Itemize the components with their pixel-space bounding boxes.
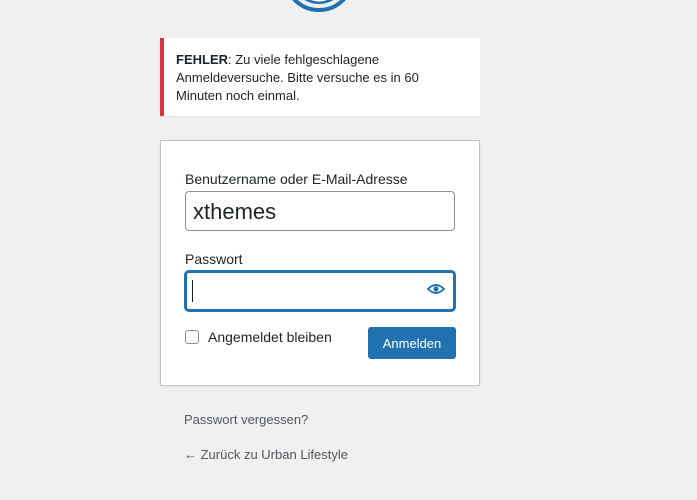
password-label: Passwort bbox=[185, 251, 243, 267]
remember-me-label[interactable]: Angemeldet bleiben bbox=[208, 329, 332, 345]
remember-me: Angemeldet bleiben bbox=[185, 329, 332, 345]
lost-password-link[interactable]: Passwort vergessen? bbox=[184, 412, 308, 427]
remember-me-checkbox[interactable] bbox=[185, 330, 199, 344]
username-value: xthemes bbox=[193, 199, 277, 224]
login-page: FEHLER: Zu viele fehlgeschlagene Anmelde… bbox=[0, 0, 697, 500]
username-label: Benutzername oder E-Mail-Adresse bbox=[185, 171, 408, 187]
back-to-site-link[interactable]: ← Zurück zu Urban Lifestyle bbox=[184, 447, 348, 462]
login-error-notice: FEHLER: Zu viele fehlgeschlagene Anmelde… bbox=[160, 38, 480, 116]
username-input[interactable]: xthemes bbox=[185, 191, 455, 231]
login-button[interactable]: Anmelden bbox=[368, 327, 456, 359]
error-prefix: FEHLER bbox=[176, 52, 228, 67]
show-password-button[interactable] bbox=[425, 281, 447, 301]
login-form: Benutzername oder E-Mail-Adresse xthemes… bbox=[160, 140, 480, 386]
password-input[interactable] bbox=[185, 271, 455, 311]
eye-icon bbox=[426, 282, 446, 300]
wordpress-logo-icon[interactable] bbox=[283, 0, 355, 14]
text-cursor bbox=[192, 280, 193, 302]
